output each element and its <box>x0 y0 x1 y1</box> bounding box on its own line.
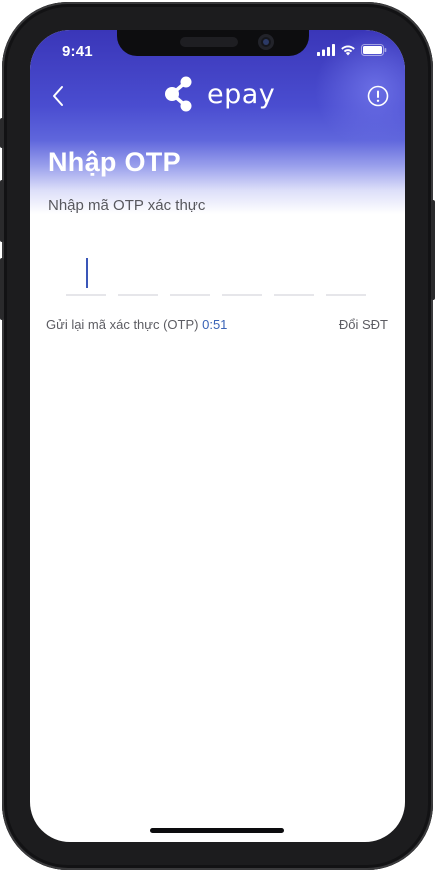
front-camera <box>258 34 274 50</box>
text-caret <box>86 258 88 288</box>
back-button[interactable] <box>44 84 72 112</box>
cellular-signal-icon <box>317 43 335 61</box>
mute-switch <box>0 118 4 148</box>
otp-digit-3[interactable] <box>170 248 210 296</box>
power-button <box>431 200 435 300</box>
wifi-icon <box>340 43 356 61</box>
epay-logo: epay <box>161 76 275 116</box>
chevron-left-icon <box>51 85 65 112</box>
change-phone-link[interactable]: Đổi SĐT <box>339 317 388 332</box>
speaker <box>180 37 238 47</box>
otp-input[interactable] <box>66 248 368 298</box>
notch <box>117 30 309 56</box>
home-indicator[interactable] <box>150 828 284 833</box>
resend-otp: Gửi lại mã xác thực (OTP) 0:51 <box>46 317 227 332</box>
epay-logo-icon <box>161 74 201 119</box>
logo-text: epay <box>207 78 276 110</box>
info-circle-icon <box>367 85 389 112</box>
resend-label: Gửi lại mã xác thực (OTP) <box>46 317 199 332</box>
volume-up-button <box>0 180 4 242</box>
otp-digit-4[interactable] <box>222 248 262 296</box>
status-icons <box>317 43 387 61</box>
screen: 9:41 epay Nhập OTP Nhập mã OTP xác thực … <box>30 30 405 842</box>
volume-down-button <box>0 258 4 320</box>
otp-digit-1[interactable] <box>66 248 106 296</box>
page-title: Nhập OTP <box>48 147 181 177</box>
battery-icon <box>361 43 387 61</box>
otp-digit-6[interactable] <box>326 248 366 296</box>
info-button[interactable] <box>365 85 391 111</box>
status-time: 9:41 <box>62 43 93 60</box>
otp-digit-2[interactable] <box>118 248 158 296</box>
otp-digit-5[interactable] <box>274 248 314 296</box>
page-subtitle: Nhập mã OTP xác thực <box>48 197 206 214</box>
resend-timer: 0:51 <box>202 317 228 332</box>
